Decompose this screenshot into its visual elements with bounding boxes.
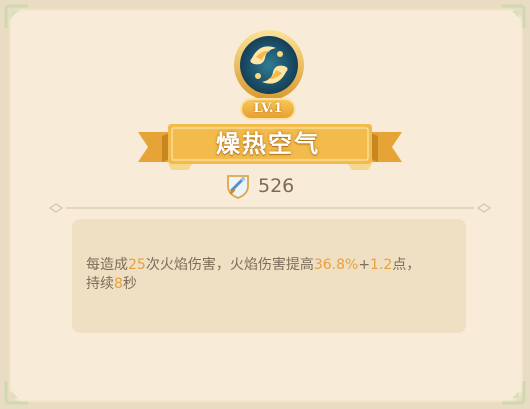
hit-count-value: 25 — [128, 257, 146, 273]
damage-flat-value: 1.2 — [370, 257, 393, 273]
duration-value: 8 — [114, 276, 123, 292]
shield-sword-icon — [227, 175, 249, 199]
corner-ornament-icon — [4, 381, 28, 405]
level-badge: LV.1 — [240, 98, 296, 120]
corner-ornament-icon — [502, 381, 526, 405]
description-text: 点， — [392, 257, 421, 273]
skill-name: 燥热空气 — [216, 130, 320, 158]
description-text: + — [358, 257, 371, 273]
cost-row: 526 — [226, 172, 294, 200]
damage-percent-value: 36.8% — [313, 257, 359, 273]
description-text: 每造成 — [86, 257, 128, 273]
fire-swirl-emblem-icon — [234, 30, 304, 100]
corner-ornament-icon — [4, 4, 28, 28]
description-text: 秒 — [122, 276, 137, 292]
skill-description: 每造成25次火焰伤害，火焰伤害提高36.8%+1.2点， 持续8秒 — [86, 256, 456, 294]
description-text: 持续 — [86, 276, 114, 292]
corner-ornament-icon — [502, 4, 526, 28]
description-text: 次火焰伤害，火焰伤害提高 — [145, 257, 314, 273]
divider — [49, 203, 491, 213]
skill-detail-panel: LV.1 燥热空气 526 每造成25次火焰伤害，火焰伤害提高36.8%+1.2… — [0, 0, 530, 409]
cost-value: 526 — [258, 175, 295, 197]
